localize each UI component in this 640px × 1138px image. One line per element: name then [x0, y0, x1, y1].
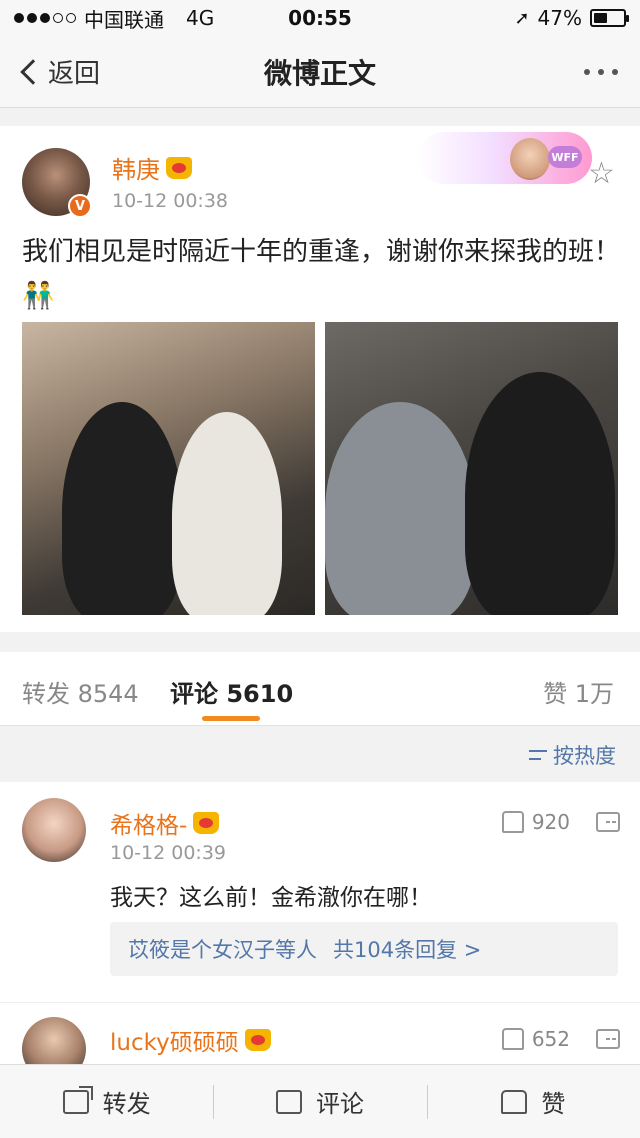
comment-timestamp: 10-12 00:39 [110, 842, 227, 864]
comment-button[interactable]: 评论 [213, 1065, 426, 1138]
back-button[interactable]: 返回 [0, 53, 100, 90]
clock: 00:55 [288, 6, 352, 30]
network-type: 4G [186, 6, 215, 30]
status-bar: 中国联通 4G 00:55 ➚ 47% [0, 0, 640, 36]
sort-by-hot-button[interactable]: 按热度 [529, 740, 616, 770]
nav-bar: 返回 微博正文 [0, 36, 640, 108]
tab-repost[interactable]: 转发 8544 [22, 674, 139, 709]
comment-replies-link[interactable]: 苡筱是个女汉子等人 共104条回复 > [110, 922, 618, 976]
more-options-button[interactable] [584, 68, 618, 75]
sort-icon [529, 747, 547, 763]
reply-icon[interactable] [596, 812, 620, 832]
comment-author-name: lucky硕硕硕 [110, 1030, 239, 1056]
post-photo-1[interactable] [22, 322, 315, 615]
active-tab-indicator [202, 716, 260, 721]
favorite-star-icon[interactable]: ☆ [588, 156, 615, 191]
crown-icon [193, 812, 220, 834]
sort-bar: 按热度 [0, 726, 640, 782]
comment-icon [275, 1089, 302, 1114]
post-author-name: 韩庚 [112, 156, 160, 184]
repost-button[interactable]: 转发 [0, 1065, 213, 1138]
thumbs-up-icon [501, 1028, 524, 1050]
repost-label: 转发 [102, 1090, 151, 1118]
comment-like-button[interactable]: 652 [501, 1027, 570, 1051]
carrier-name: 中国联通 [84, 7, 164, 32]
crown-icon [244, 1029, 271, 1051]
back-label: 返回 [48, 59, 101, 89]
comment-avatar[interactable] [22, 1017, 86, 1064]
sort-label: 按热度 [553, 744, 616, 768]
comment-like-count: 920 [531, 810, 570, 834]
comment-like-button[interactable]: 920 [501, 810, 570, 834]
tab-like[interactable]: 赞 1万 [543, 674, 614, 709]
comment-item: lucky硕硕硕 652 [0, 1002, 640, 1064]
thumbs-up-icon [501, 811, 524, 833]
photo-person-grey [325, 402, 475, 615]
fan-banner[interactable]: WFF [418, 132, 592, 184]
page-title: 微博正文 [263, 56, 377, 90]
bottom-toolbar: 转发 评论 赞 [0, 1064, 640, 1138]
comment-author[interactable]: lucky硕硕硕 [110, 1023, 271, 1057]
share-icon [62, 1085, 93, 1114]
post-tabs: 转发 8544 评论 5610 赞 1万 [0, 652, 640, 726]
status-right: ➚ 47% [514, 6, 629, 30]
post-author[interactable]: 韩庚 [112, 150, 192, 185]
battery-fill [594, 13, 608, 23]
comment-avatar[interactable] [22, 798, 86, 862]
reply-count: 共104条回复 > [333, 938, 482, 962]
battery-icon [590, 9, 629, 27]
battery-percent: 47% [537, 6, 582, 30]
comment-author[interactable]: 希格格- [110, 806, 220, 840]
comment-author-name: 希格格- [110, 813, 188, 839]
post-photo-2[interactable] [325, 322, 618, 615]
crown-icon [166, 156, 192, 179]
verified-badge-icon: V [68, 194, 92, 218]
like-button[interactable]: 赞 [426, 1065, 640, 1138]
photo-person-dark [62, 402, 182, 615]
reply-users: 苡筱是个女汉子等人 [128, 938, 317, 962]
banner-tag: WFF [548, 146, 582, 168]
status-left: 中国联通 4G [14, 4, 214, 33]
signal-strength-icon [14, 13, 76, 23]
post-timestamp: 10-12 00:38 [112, 190, 229, 212]
comment-like-count: 652 [531, 1027, 570, 1051]
location-arrow-icon: ➚ [514, 7, 530, 29]
comment-list: 希格格- 10-12 00:39 920 我天？这么前！金希澈你在哪！ 苡筱是个… [0, 782, 640, 1064]
post-text: 我们相见是时隔近十年的重逢，谢谢你来探我的班！👬 [22, 237, 621, 311]
comment-label: 评论 [315, 1090, 364, 1118]
like-label: 赞 [541, 1090, 566, 1118]
chevron-left-icon [20, 58, 46, 85]
banner-face-image [510, 138, 550, 180]
photo-person-light [172, 412, 282, 615]
thumbs-up-icon [501, 1089, 528, 1114]
photo-person-black [465, 372, 615, 615]
post-card: V 韩庚 10-12 00:38 WFF ☆ 我们相见是时隔近十年的重逢，谢谢你… [0, 126, 640, 632]
comment-text: 我天？这么前！金希澈你在哪！ [110, 885, 432, 911]
reply-icon[interactable] [596, 1029, 620, 1049]
